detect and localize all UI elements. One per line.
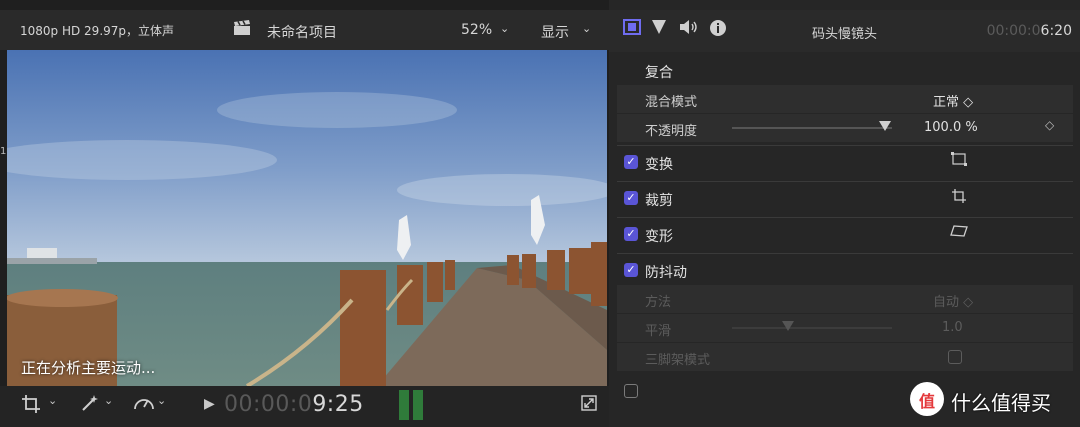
crop-tool-icon[interactable] [22, 395, 40, 417]
method-row: 方法 自动 ◇ [617, 285, 1073, 313]
opacity-number: 100.0 [924, 120, 962, 135]
viewer-header: 1080p HD 29.97p，立体声 未命名项目 52% ⌄ 显示 ⌄ [0, 10, 609, 50]
divider [617, 145, 1073, 146]
timecode-lit: 9:25 [312, 392, 364, 417]
distort-section: ✓ 变形 [617, 220, 1073, 248]
divider [617, 181, 1073, 182]
audio-meter [399, 388, 425, 420]
timecode-dim: 00:00:0 [224, 392, 313, 417]
distort-onscreen-icon[interactable] [949, 224, 969, 242]
clapperboard-icon[interactable] [233, 20, 251, 40]
clip-duration: 00:00:06:20 [987, 23, 1072, 39]
watermark-logo: 值 [910, 382, 944, 416]
divider [617, 253, 1073, 254]
view-menu[interactable]: 显示 [541, 22, 569, 42]
pier-scene-image [7, 50, 607, 386]
viewer-panel: 1 1080p HD 29.97p，立体声 未命名项目 52% ⌄ 显示 ⌄ 正… [0, 0, 609, 427]
clip-duration-lit: 6:20 [1040, 23, 1072, 39]
chevron-down-icon[interactable]: ⌄ [500, 22, 509, 35]
watermark-text: 什么值得买 [951, 391, 1051, 415]
crop-checkbox[interactable]: ✓ [624, 191, 638, 205]
chevron-down-icon[interactable]: ⌄ [48, 394, 57, 407]
method-label: 方法 [645, 295, 672, 310]
blend-mode-label: 混合模式 [645, 95, 698, 110]
stabilization-section: ✓ 防抖动 [617, 256, 1073, 284]
fullscreen-icon[interactable] [581, 395, 597, 415]
play-icon[interactable]: ▶ [204, 396, 215, 412]
distort-checkbox[interactable]: ✓ [624, 227, 638, 241]
smoothing-slider[interactable] [732, 327, 892, 329]
opacity-row: 不透明度 100.0 % ◇ [617, 114, 1073, 142]
composite-title: 复合 [645, 65, 673, 81]
composite-section: 复合 [617, 56, 1073, 84]
crop-onscreen-icon[interactable] [951, 188, 967, 208]
speed-gauge-icon[interactable] [133, 394, 155, 416]
edge-marker: 1 [0, 146, 7, 157]
analysis-status: 正在分析主要运动... [21, 359, 156, 377]
chevron-down-icon[interactable]: ⌄ [157, 394, 166, 407]
audio-meter-left [399, 390, 409, 420]
method-select[interactable]: 自动 ◇ [933, 291, 973, 310]
opacity-slider[interactable] [732, 127, 892, 129]
audio-meter-right [413, 390, 423, 420]
format-info: 1080p HD 29.97p，立体声 [20, 24, 175, 38]
watermark-logo-text: 值 [919, 392, 936, 411]
distort-title: 变形 [645, 229, 673, 245]
opacity-value[interactable]: 100.0 % [924, 120, 978, 135]
transform-title: 变换 [645, 157, 673, 173]
tripod-row: 三脚架模式 [617, 343, 1073, 371]
inspector-header: 码头慢镜头 00:00:06:20 [609, 10, 1080, 52]
inspector-panel: 码头慢镜头 00:00:06:20 复合 混合模式 正常 ◇ 不透明度 100.… [609, 0, 1080, 427]
blend-mode-select[interactable]: 正常 ◇ [933, 91, 973, 110]
blend-mode-row: 混合模式 正常 ◇ [617, 85, 1073, 113]
opacity-unit: % [965, 120, 978, 135]
tripod-checkbox[interactable] [948, 350, 962, 364]
crop-title: 裁剪 [645, 193, 673, 209]
transform-section: ✓ 变换 [617, 148, 1073, 176]
project-title: 未命名项目 [267, 25, 337, 41]
smoothing-label: 平滑 [645, 324, 672, 339]
video-frame[interactable]: 正在分析主要运动... [7, 50, 607, 386]
divider [617, 217, 1073, 218]
watermark: 值 什么值得买 [910, 382, 1080, 422]
opacity-slider-knob[interactable] [879, 121, 891, 131]
timecode-display: 00:00:09:25 [224, 392, 364, 417]
keyframe-diamond-icon[interactable]: ◇ [1045, 118, 1054, 132]
smoothing-row: 平滑 1.0 [617, 314, 1073, 342]
viewer-toolbar: ⌄ ⌄ ⌄ ▶ 00:00:09:25 [0, 386, 609, 427]
tripod-label: 三脚架模式 [645, 353, 711, 368]
zoom-level-menu[interactable]: 52% [461, 22, 492, 38]
chevron-down-icon[interactable]: ⌄ [104, 394, 113, 407]
next-section-checkbox[interactable] [624, 384, 638, 398]
smoothing-slider-knob[interactable] [782, 321, 794, 331]
smoothing-value[interactable]: 1.0 [942, 320, 963, 335]
crop-section: ✓ 裁剪 [617, 184, 1073, 212]
stabilization-checkbox[interactable]: ✓ [624, 263, 638, 277]
chevron-down-icon[interactable]: ⌄ [582, 22, 591, 35]
magic-wand-icon[interactable] [80, 394, 100, 416]
stabilization-title: 防抖动 [645, 265, 687, 281]
transform-onscreen-icon[interactable] [951, 152, 967, 170]
opacity-label: 不透明度 [645, 124, 698, 139]
transform-checkbox[interactable]: ✓ [624, 155, 638, 169]
clip-duration-dim: 00:00:0 [986, 23, 1041, 39]
